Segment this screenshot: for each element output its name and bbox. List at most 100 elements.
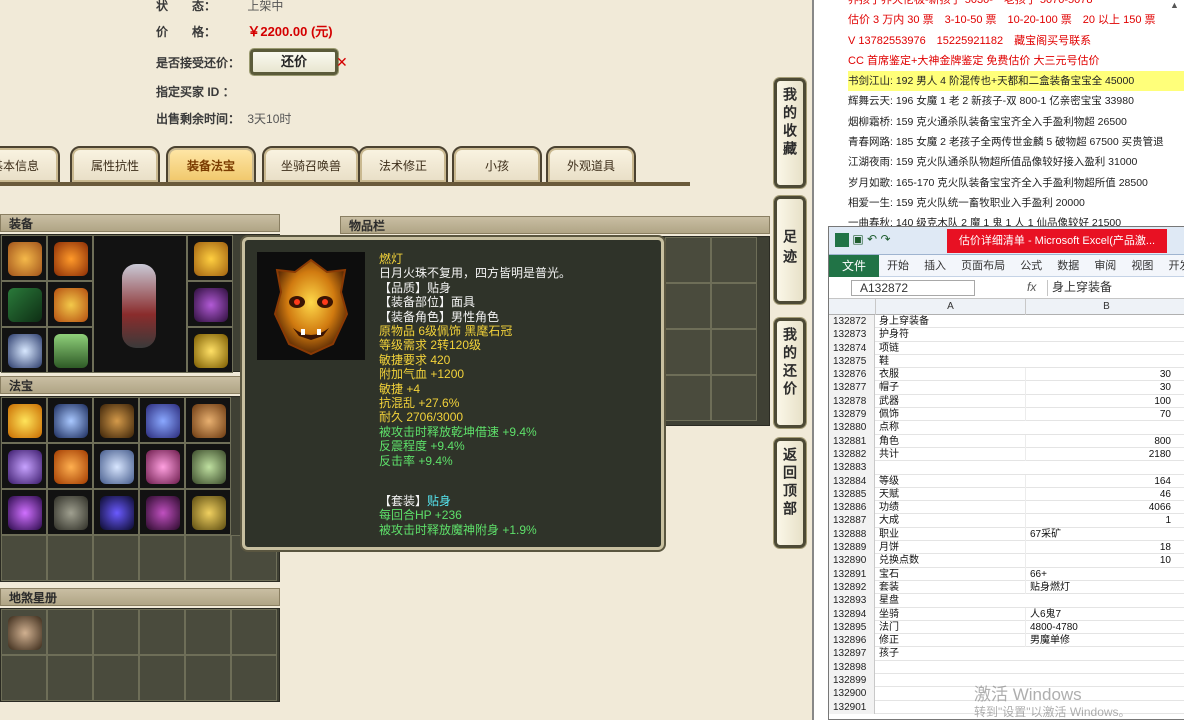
row-number[interactable]: 132892	[829, 580, 875, 595]
treasure-slot-empty[interactable]	[47, 535, 93, 581]
equip-slot-mask[interactable]	[187, 235, 233, 281]
tab-attributes[interactable]: 属性抗性	[70, 146, 160, 184]
row-number[interactable]: 132877	[829, 381, 875, 395]
treasure-slot[interactable]	[185, 397, 231, 443]
tab-basic-info[interactable]: 基本信息	[0, 146, 60, 184]
close-icon[interactable]: ✕	[336, 54, 348, 71]
back-to-top-button[interactable]: 返回顶部	[774, 438, 806, 548]
earth-book-slot[interactable]	[139, 609, 185, 655]
row-number[interactable]: 132896	[829, 634, 875, 648]
row-number[interactable]: 132878	[829, 394, 875, 409]
scroll-top-arrow[interactable]: ▲	[1170, 0, 1182, 12]
cell-a[interactable]: 法门	[879, 621, 1025, 634]
treasure-slot[interactable]	[139, 489, 185, 535]
earth-book-slot[interactable]	[93, 609, 139, 655]
cell-a[interactable]: 天赋	[879, 488, 1025, 501]
row-number[interactable]: 132885	[829, 487, 875, 502]
row-number[interactable]: 132899	[829, 674, 875, 688]
cell-a[interactable]: 坐骑	[879, 608, 1025, 621]
cell-b[interactable]: 30	[1025, 381, 1175, 395]
equip-slot[interactable]	[1, 281, 47, 327]
row-number[interactable]: 132897	[829, 647, 875, 661]
earth-book-slot[interactable]	[93, 655, 139, 701]
treasure-slot[interactable]	[47, 443, 93, 489]
treasure-slot-empty[interactable]	[1, 535, 47, 581]
treasure-slot[interactable]	[93, 397, 139, 443]
treasure-slot[interactable]	[47, 489, 93, 535]
cell-a[interactable]: 鞋	[879, 355, 1025, 368]
cell-a[interactable]: 衣服	[879, 368, 1025, 381]
cell-a[interactable]: 角色	[879, 435, 1025, 448]
row-number[interactable]: 132894	[829, 607, 875, 621]
footprint-button[interactable]: 足迹	[774, 196, 806, 304]
cell-a[interactable]: 宝石	[879, 568, 1025, 581]
cell-b[interactable]: 67采矿	[1025, 527, 1175, 542]
cell-a[interactable]: 项链	[879, 342, 1025, 355]
counter-offer-button[interactable]: 还价	[250, 49, 338, 75]
earth-book-slot[interactable]	[139, 655, 185, 701]
row-number[interactable]: 132889	[829, 541, 875, 555]
tab-spell-correction[interactable]: 法术修正	[358, 146, 448, 184]
row-number[interactable]: 132872	[829, 315, 875, 329]
my-favorites-button[interactable]: 我的收藏	[774, 78, 806, 188]
row-number[interactable]: 132882	[829, 447, 875, 462]
row-number[interactable]: 132874	[829, 341, 875, 355]
row-number[interactable]: 132901	[829, 700, 875, 714]
earth-book-slot[interactable]	[47, 655, 93, 701]
equip-slot[interactable]	[47, 235, 93, 281]
row-number[interactable]: 132876	[829, 368, 875, 382]
cell-a[interactable]: 武器	[879, 395, 1025, 408]
inventory-slot[interactable]	[665, 237, 711, 283]
tab-page-layout[interactable]: 页面布局	[961, 260, 1005, 272]
inventory-slot[interactable]	[711, 375, 757, 421]
column-header-b[interactable]: B	[1025, 299, 1184, 315]
row-number[interactable]: 132887	[829, 514, 875, 528]
cell-a[interactable]: 帽子	[879, 381, 1025, 394]
treasure-slot[interactable]	[93, 489, 139, 535]
row-number[interactable]: 132873	[829, 328, 875, 342]
row-number[interactable]: 132881	[829, 434, 875, 448]
cell-a[interactable]: 身上穿装备	[879, 315, 1025, 328]
treasure-slot-empty[interactable]	[139, 535, 185, 581]
cell-b[interactable]: 4800-4780	[1025, 620, 1175, 635]
cell-a[interactable]: 套装	[879, 581, 1025, 594]
tab-data[interactable]: 数据	[1057, 260, 1079, 272]
row-number[interactable]: 132888	[829, 527, 875, 542]
cell-b[interactable]: 100	[1025, 394, 1175, 409]
row-number[interactable]: 132880	[829, 421, 875, 435]
row-number[interactable]: 132900	[829, 687, 875, 701]
equip-slot[interactable]	[1, 235, 47, 281]
row-number[interactable]: 132884	[829, 474, 875, 488]
treasure-slot[interactable]	[185, 443, 231, 489]
equip-slot[interactable]	[1, 327, 47, 373]
treasure-slot[interactable]	[1, 397, 47, 443]
row-number[interactable]: 132875	[829, 354, 875, 369]
tab-home[interactable]: 开始	[887, 260, 909, 272]
redo-icon[interactable]: ↷	[880, 232, 890, 246]
row-number[interactable]: 132879	[829, 408, 875, 422]
earth-book-slot[interactable]	[1, 609, 47, 655]
cell-b[interactable]: 164	[1025, 474, 1175, 488]
tab-mounts-pets[interactable]: 坐骑召唤兽	[262, 146, 360, 184]
inventory-slot[interactable]	[665, 283, 711, 329]
cell-a[interactable]: 点称	[879, 421, 1025, 434]
inventory-slot[interactable]	[711, 283, 757, 329]
treasure-slot-empty[interactable]	[93, 535, 139, 581]
treasure-slot[interactable]	[139, 443, 185, 489]
cell-b[interactable]: 46	[1025, 487, 1175, 502]
earth-book-slot[interactable]	[185, 655, 231, 701]
cell-b[interactable]: 800	[1025, 434, 1175, 448]
treasure-slot-empty[interactable]	[185, 535, 231, 581]
tab-formulas[interactable]: 公式	[1020, 260, 1042, 272]
cell-a[interactable]: 星盘	[879, 594, 1025, 607]
name-box[interactable]: A132872	[851, 280, 975, 296]
cell-b[interactable]: 30	[1025, 368, 1175, 382]
row-number[interactable]: 132893	[829, 594, 875, 608]
cell-b[interactable]: 10	[1025, 554, 1175, 568]
cell-a[interactable]: 功绩	[879, 501, 1025, 514]
earth-book-slot[interactable]	[185, 609, 231, 655]
cell-b[interactable]: 男魔单修	[1025, 634, 1175, 648]
cell-a[interactable]: 兑换点数	[879, 554, 1025, 567]
row-number[interactable]: 132898	[829, 660, 875, 675]
cell-a[interactable]: 孩子	[879, 647, 1025, 660]
